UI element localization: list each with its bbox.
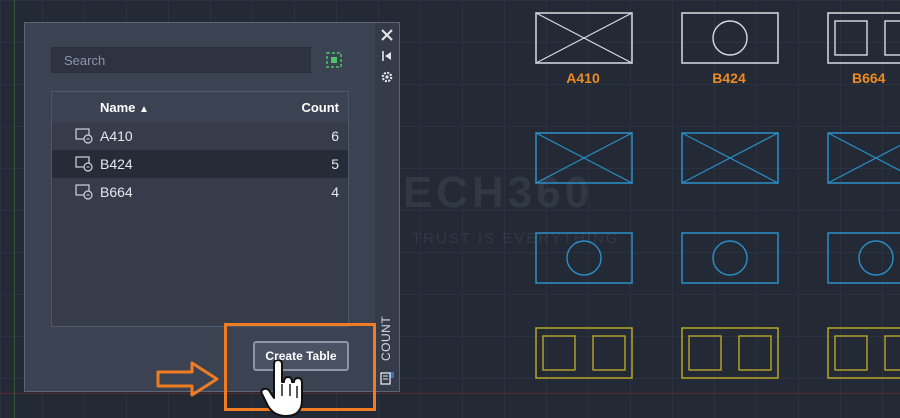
palette-title: COUNT — [379, 315, 393, 361]
block-b424-blue-2[interactable] — [681, 232, 779, 284]
palette-title-strip: COUNT — [375, 23, 399, 391]
block-b424-white[interactable] — [681, 12, 779, 64]
list-row-b424[interactable]: B424 5 — [52, 150, 348, 178]
settings-gear-icon[interactable] — [380, 70, 394, 84]
count-list: Name ▲ Count A410 6 B424 5 B664 4 — [51, 91, 349, 327]
block-count-icon — [75, 156, 93, 172]
block-b664-yellow-2[interactable] — [681, 327, 779, 379]
row-count: 5 — [331, 156, 339, 172]
column-count-header[interactable]: Count — [301, 100, 339, 115]
list-row-b664[interactable]: B664 4 — [52, 178, 348, 206]
row-name: B424 — [100, 156, 133, 172]
column-name-header[interactable]: Name ▲ — [100, 100, 149, 115]
row-count: 4 — [331, 184, 339, 200]
block-a410-blue[interactable] — [535, 132, 633, 184]
label-a410: A410 — [566, 70, 600, 86]
block-a410-white[interactable] — [535, 12, 633, 64]
x-axis-line — [0, 393, 900, 394]
select-objects-icon[interactable] — [325, 51, 343, 69]
hand-cursor-icon — [260, 360, 303, 417]
sort-ascending-icon: ▲ — [139, 104, 149, 115]
block-count-icon — [75, 128, 93, 144]
row-name: B664 — [100, 184, 133, 200]
count-table-icon[interactable] — [380, 371, 394, 385]
block-b664-yellow[interactable] — [535, 327, 633, 379]
list-row-a410[interactable]: A410 6 — [52, 122, 348, 150]
list-header: Name ▲ Count — [52, 92, 348, 122]
close-icon[interactable] — [380, 28, 394, 42]
auto-hide-icon[interactable] — [380, 49, 394, 63]
block-a410-blue-2[interactable] — [681, 132, 779, 184]
row-name: A410 — [100, 128, 133, 144]
pointer-arrow-icon — [156, 361, 219, 397]
block-a410-blue-3[interactable] — [827, 132, 900, 184]
block-b664-white[interactable] — [827, 12, 900, 64]
block-b424-blue[interactable] — [535, 232, 633, 284]
label-b664: B664 — [852, 70, 886, 86]
row-count: 6 — [331, 128, 339, 144]
block-b664-yellow-3[interactable] — [827, 327, 900, 379]
block-count-icon — [75, 184, 93, 200]
block-b424-blue-3[interactable] — [827, 232, 900, 284]
search-input[interactable] — [51, 47, 311, 73]
y-axis-line — [14, 0, 15, 418]
label-b424: B424 — [712, 70, 746, 86]
